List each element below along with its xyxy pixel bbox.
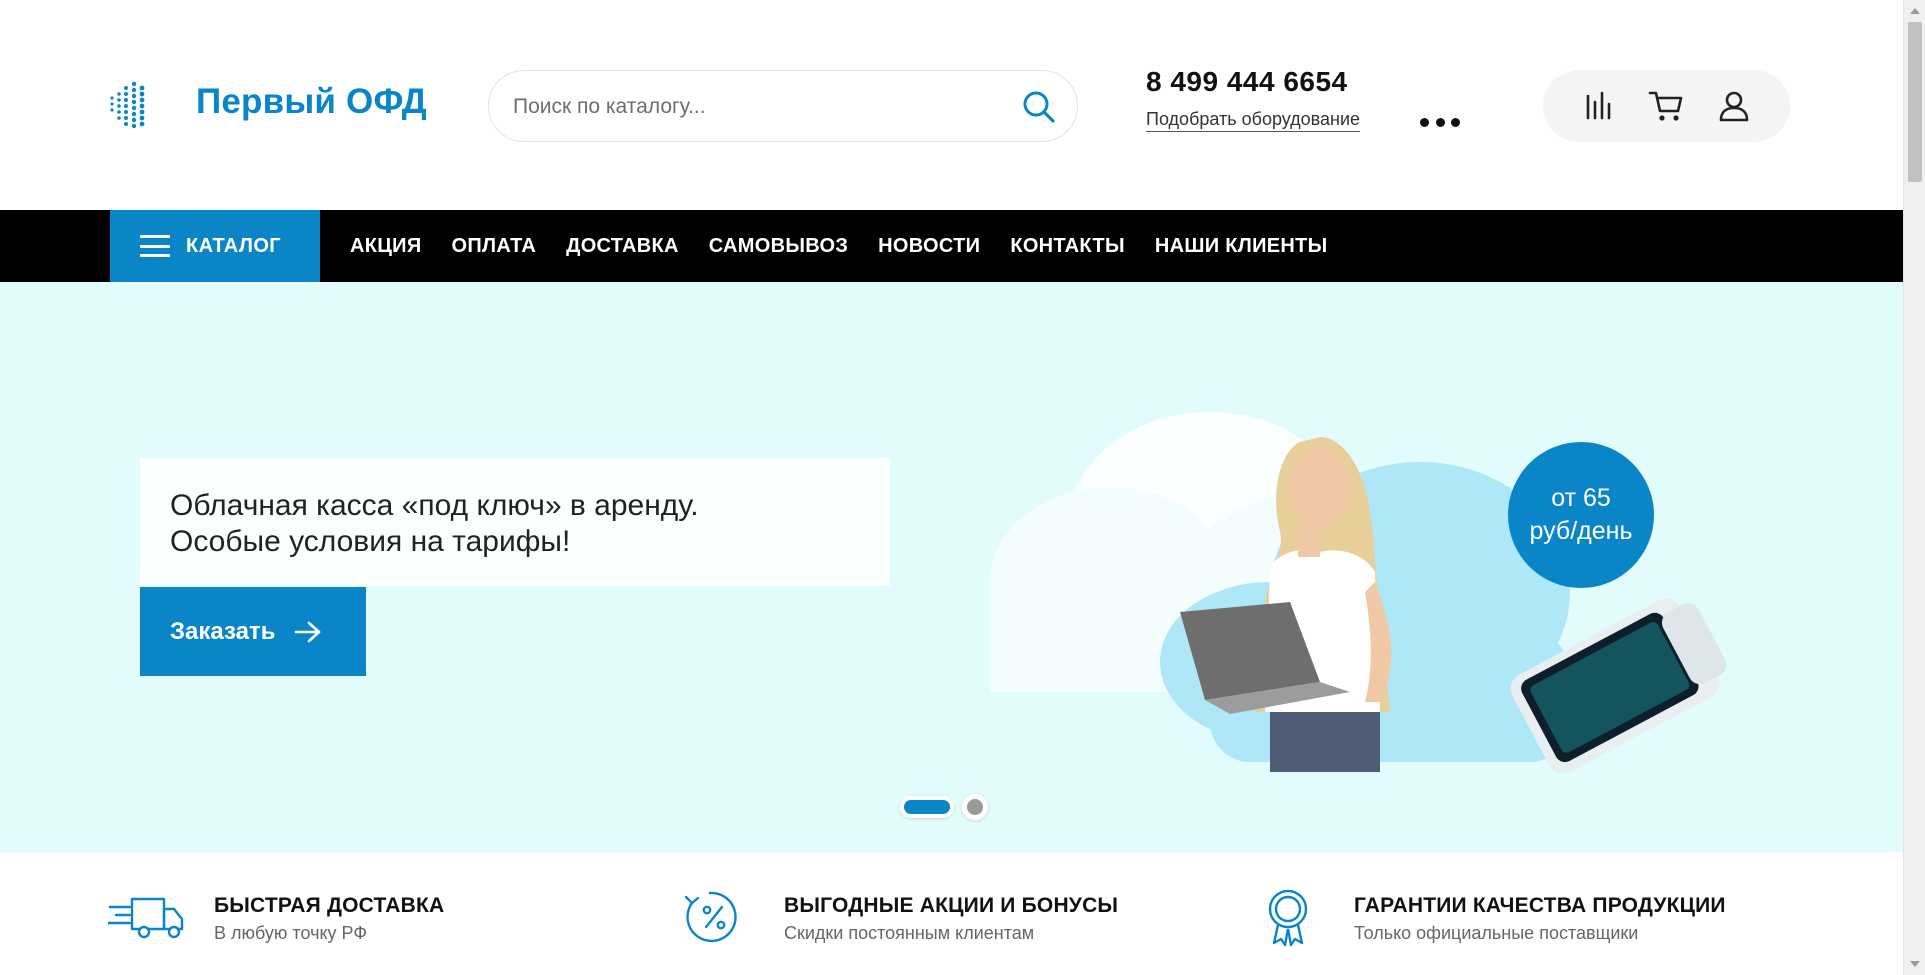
feature-promotions: ВЫГОДНЫЕ АКЦИИ И БОНУСЫ Скидки постоянны… xyxy=(678,887,1198,957)
hamburger-icon xyxy=(140,235,170,257)
feature-title: ВЫГОДНЫЕ АКЦИИ И БОНУСЫ xyxy=(784,894,1119,917)
more-menu-icon[interactable] xyxy=(1420,115,1460,129)
scrollbar-thumb[interactable] xyxy=(1908,22,1922,182)
slider-dots xyxy=(900,794,988,820)
main-nav: КАТАЛОГ АКЦИЯ ОПЛАТА ДОСТАВКА САМОВЫВОЗ … xyxy=(0,210,1903,282)
nav-menu: АКЦИЯ ОПЛАТА ДОСТАВКА САМОВЫВОЗ НОВОСТИ … xyxy=(350,210,1358,282)
site-header: Первый ОФД 8 499 444 6654 Подобрать обор… xyxy=(0,0,1903,210)
nav-item-akciya[interactable]: АКЦИЯ xyxy=(350,235,422,258)
vertical-scrollbar[interactable] xyxy=(1903,0,1925,975)
search-icon[interactable] xyxy=(1021,89,1057,125)
nav-item-klienty[interactable]: НАШИ КЛИЕНТЫ xyxy=(1155,235,1328,258)
hero-banner: от 65 руб/день Облачная касса «под ключ»… xyxy=(0,282,1903,852)
phone-number[interactable]: 8 499 444 6654 xyxy=(1146,66,1348,98)
header-actions xyxy=(1543,70,1790,142)
arrow-right-icon xyxy=(294,621,320,642)
feature-subtitle: Только официальные поставщики xyxy=(1354,923,1639,943)
catalog-label: КАТАЛОГ xyxy=(186,234,282,257)
price-line-2: руб/день xyxy=(1529,517,1633,545)
compare-icon[interactable] xyxy=(1580,87,1618,125)
price-line-1: от 65 xyxy=(1551,484,1611,512)
nav-item-oplata[interactable]: ОПЛАТА xyxy=(452,235,537,258)
logo-dots-icon xyxy=(110,81,145,129)
feature-subtitle: Скидки постоянным клиентам xyxy=(784,923,1035,943)
more-dot xyxy=(1435,117,1445,127)
order-button-label: Заказать xyxy=(170,617,276,645)
price-badge: от 65 руб/день xyxy=(1508,442,1654,588)
catalog-button[interactable]: КАТАЛОГ xyxy=(110,210,320,282)
scroll-up-icon[interactable] xyxy=(1910,8,1920,14)
feature-subtitle: В любую точку РФ xyxy=(214,923,368,943)
feature-delivery: БЫСТРАЯ ДОСТАВКА В любую точку РФ xyxy=(108,887,608,957)
cart-icon[interactable] xyxy=(1647,87,1685,125)
scroll-down-icon[interactable] xyxy=(1910,961,1920,967)
slider-dot-1[interactable] xyxy=(900,796,954,818)
search-input[interactable] xyxy=(513,89,993,125)
promo-line-1: Облачная касса «под ключ» в аренду. xyxy=(170,489,699,522)
more-dot xyxy=(1451,117,1460,127)
promo-line-2: Особые условия на тарифы! xyxy=(170,525,571,558)
features-strip: БЫСТРАЯ ДОСТАВКА В любую точку РФ ВЫГОДН… xyxy=(0,852,1903,975)
more-dot xyxy=(1420,117,1429,127)
hero-illustration xyxy=(990,412,1727,774)
order-button[interactable]: Заказать xyxy=(140,587,366,676)
page: Первый ОФД 8 499 444 6654 Подобрать обор… xyxy=(0,0,1903,975)
feature-title: БЫСТРАЯ ДОСТАВКА xyxy=(214,894,445,917)
truck-icon xyxy=(108,897,184,939)
slider-dot-2[interactable] xyxy=(962,794,988,820)
promo-text-box: Облачная касса «под ключ» в аренду. Особ… xyxy=(140,458,890,586)
nav-item-kontakty[interactable]: КОНТАКТЫ xyxy=(1010,235,1125,258)
logo-text: Первый ОФД xyxy=(196,82,427,121)
pick-equipment-link[interactable]: Подобрать оборудование xyxy=(1146,109,1361,132)
search-box xyxy=(488,70,1078,142)
user-icon[interactable] xyxy=(1715,87,1753,125)
nav-item-novosti[interactable]: НОВОСТИ xyxy=(878,235,980,258)
nav-item-dostavka[interactable]: ДОСТАВКА xyxy=(566,235,679,258)
award-icon xyxy=(1268,889,1308,947)
logo[interactable]: Первый ОФД xyxy=(108,80,427,130)
feature-quality: ГАРАНТИИ КАЧЕСТВА ПРОДУКЦИИ Только офици… xyxy=(1248,887,1808,957)
feature-title: ГАРАНТИИ КАЧЕСТВА ПРОДУКЦИИ xyxy=(1354,894,1726,917)
nav-item-samovyvoz[interactable]: САМОВЫВОЗ xyxy=(709,235,848,258)
percent-icon xyxy=(684,891,737,943)
